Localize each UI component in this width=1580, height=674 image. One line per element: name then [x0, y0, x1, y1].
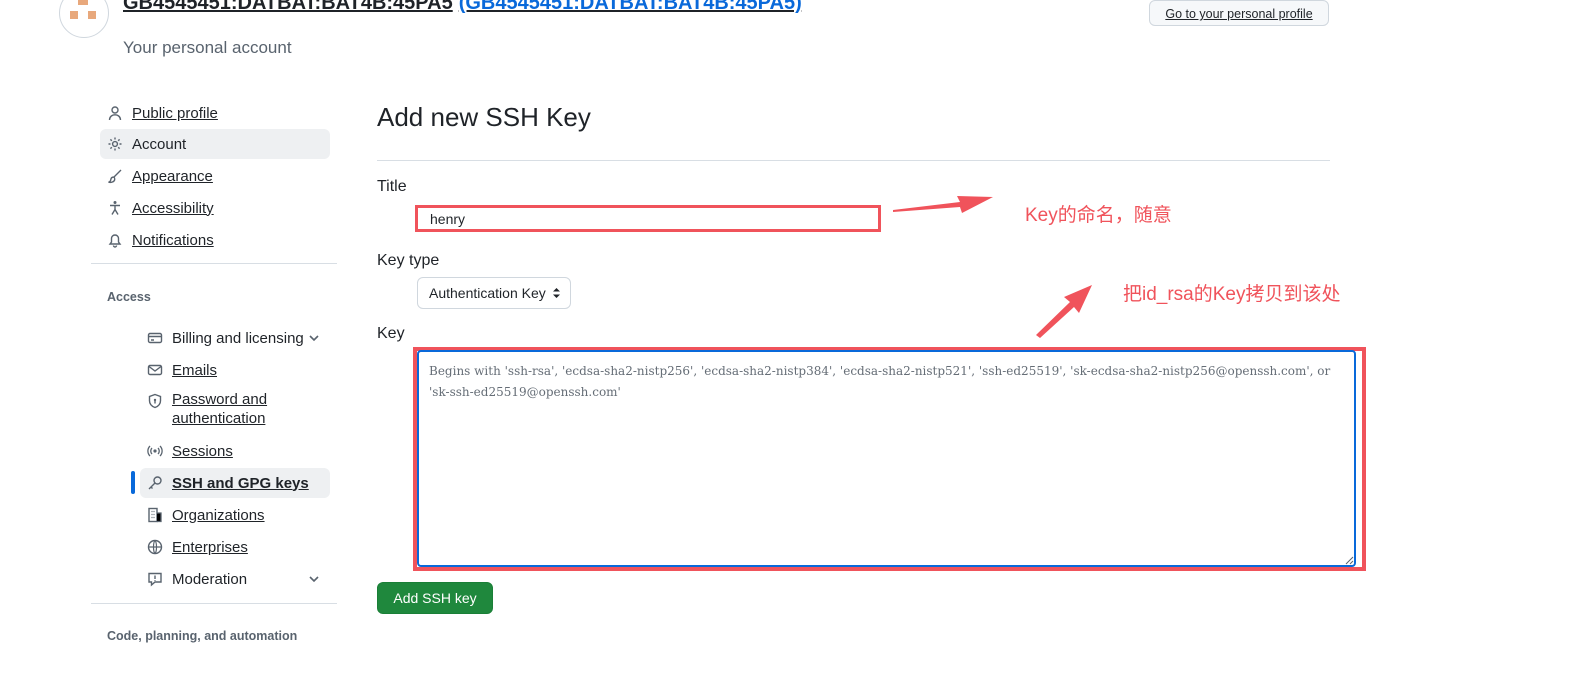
account-subtitle: Your personal account — [123, 38, 292, 57]
paintbrush-icon — [106, 167, 124, 185]
sidebar-item-label: Public profile — [132, 104, 218, 122]
sidebar-item-appearance[interactable]: Appearance — [100, 161, 330, 191]
sidebar-item-ssh-gpg-keys[interactable]: SSH and GPG keys — [140, 468, 330, 498]
shield-lock-icon — [146, 392, 164, 410]
resize-grip-icon[interactable] — [1344, 555, 1354, 565]
sidebar-item-label: Sessions — [172, 442, 233, 460]
organization-icon — [146, 506, 164, 524]
sidebar-item-label: Appearance — [132, 167, 213, 185]
sidebar-heading-access: Access — [107, 290, 151, 304]
sidebar-heading-code-planning: Code, planning, and automation — [107, 629, 298, 643]
globe-icon — [146, 538, 164, 556]
chevron-down-icon[interactable] — [306, 571, 322, 587]
sidebar-divider — [91, 263, 337, 264]
chevron-down-icon[interactable] — [306, 330, 322, 346]
sidebar-divider — [91, 603, 337, 604]
title-input[interactable] — [415, 205, 881, 232]
avatar[interactable] — [59, 0, 109, 38]
sidebar-item-label: SSH and GPG keys — [172, 474, 309, 492]
key-type-selected: Authentication Key — [429, 285, 546, 301]
key-annotation: 把id_rsa的Key拷贝到该处 — [1123, 284, 1341, 305]
sidebar-item-notifications[interactable]: Notifications — [100, 225, 330, 255]
sidebar-item-password-authentication[interactable]: Password and authentication — [140, 390, 330, 432]
sidebar-item-label: Organizations — [172, 506, 265, 524]
add-ssh-key-button[interactable]: Add SSH key — [377, 582, 493, 614]
title-annotation-arrow — [893, 196, 993, 213]
sidebar-item-public-profile[interactable]: Public profile — [100, 98, 330, 128]
gear-icon — [106, 135, 124, 153]
sidebar-item-emails[interactable]: Emails — [140, 355, 330, 385]
go-to-profile-button[interactable]: Go to your personal profile — [1149, 0, 1329, 26]
sidebar-item-organizations[interactable]: Organizations — [140, 500, 330, 530]
sidebar-item-label-line1: Password and — [172, 391, 268, 408]
sidebar-item-label: Accessibility — [132, 199, 214, 217]
key-annotation-arrow — [1036, 285, 1092, 338]
sidebar-item-label: Account — [132, 135, 187, 153]
accessibility-icon — [106, 199, 124, 217]
key-label: Key — [377, 325, 405, 342]
mail-icon — [146, 361, 164, 379]
sidebar-item-label: Password and authentication — [172, 390, 267, 428]
sidebar-item-billing[interactable]: Billing and licensing — [140, 323, 330, 353]
username-text[interactable]: GB4545451:DATBAT:BAT4B:45PA5 — [123, 0, 453, 14]
sidebar-item-account[interactable]: Account — [100, 129, 330, 159]
sidebar-item-moderation[interactable]: Moderation — [140, 564, 330, 594]
account-username-link[interactable]: GB4545451:DATBAT:BAT4B:45PA5 (GB4545451:D… — [123, 0, 802, 15]
title-annotation: Key的命名，随意 — [1025, 205, 1172, 226]
person-icon — [106, 104, 124, 122]
sidebar-item-label: Enterprises — [172, 538, 248, 556]
page-title: Add new SSH Key — [377, 102, 591, 132]
credit-card-icon — [146, 329, 164, 347]
broadcast-icon — [146, 442, 164, 460]
active-indicator — [131, 471, 135, 494]
sidebar-item-label: Emails — [172, 361, 218, 379]
key-type-select[interactable]: Authentication Key — [417, 277, 571, 309]
select-arrows-icon — [553, 288, 560, 298]
bell-icon — [106, 231, 124, 249]
sidebar-item-label: Moderation — [172, 570, 248, 588]
username-alt-text[interactable]: (GB4545451:DATBAT:BAT4B:45PA5) — [459, 0, 802, 14]
sidebar-item-sessions[interactable]: Sessions — [140, 436, 330, 466]
title-divider — [377, 160, 1330, 161]
sidebar-item-enterprises[interactable]: Enterprises — [140, 532, 330, 562]
key-type-label: Key type — [377, 252, 440, 269]
sidebar-item-accessibility[interactable]: Accessibility — [100, 193, 330, 223]
key-icon — [146, 474, 164, 492]
key-textarea[interactable] — [417, 350, 1356, 567]
sidebar-item-label-line2: authentication — [172, 410, 266, 427]
report-icon — [146, 570, 164, 588]
sidebar-item-label: Notifications — [132, 231, 214, 249]
title-label: Title — [377, 178, 407, 195]
sidebar-item-label: Billing and licensing — [172, 329, 304, 347]
